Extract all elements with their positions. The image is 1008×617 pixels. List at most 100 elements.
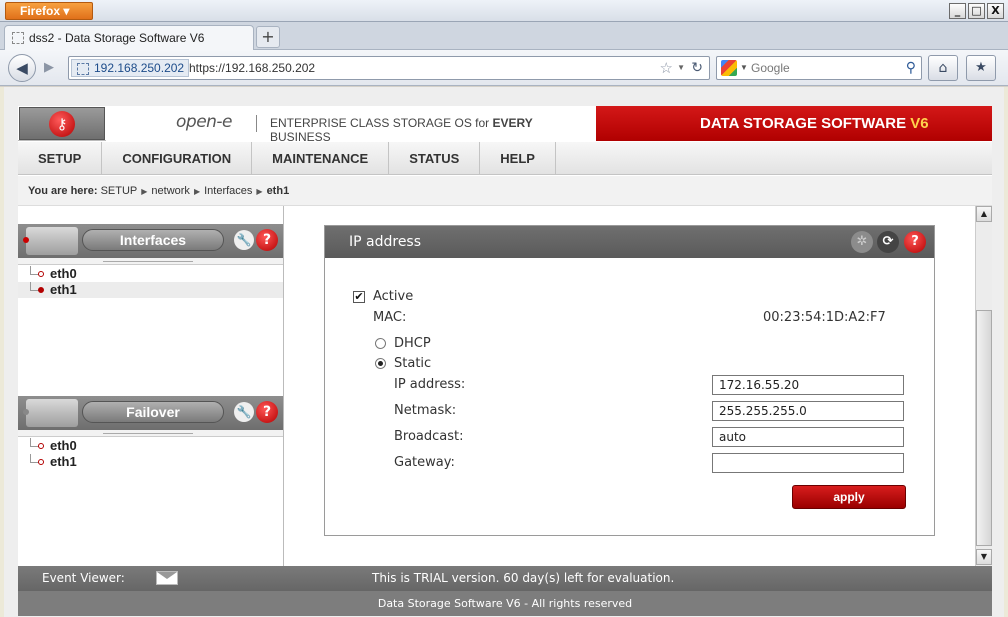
tree-node-icon bbox=[38, 459, 44, 465]
tree-node-icon bbox=[38, 443, 44, 449]
minimize-button[interactable]: _ bbox=[949, 3, 966, 19]
browser-tab[interactable]: dss2 - Data Storage Software V6 bbox=[4, 25, 254, 50]
static-label: Static bbox=[394, 356, 432, 371]
navigation-toolbar: ◀ ▶ 192.168.250.202 https://192.168.250.… bbox=[0, 50, 1008, 86]
status-bar: Event Viewer: This is TRIAL version. 60 … bbox=[18, 566, 992, 591]
failover-item-eth1[interactable]: eth1 bbox=[18, 454, 283, 470]
envelope-icon[interactable] bbox=[156, 571, 178, 585]
search-bar[interactable]: ▼ Google ⚲ bbox=[716, 56, 922, 80]
forward-arrow-icon[interactable]: ▶ bbox=[38, 59, 60, 77]
search-engine-dropdown-icon[interactable]: ▼ bbox=[740, 63, 748, 72]
home-icon[interactable]: ⌂ bbox=[928, 55, 958, 81]
menu-configuration[interactable]: CONFIGURATION bbox=[102, 142, 253, 175]
ip-address-field[interactable]: 172.16.55.20 bbox=[712, 375, 904, 395]
browser-tab-title: dss2 - Data Storage Software V6 bbox=[29, 31, 205, 45]
url-history-dropdown-icon[interactable]: ▼ bbox=[677, 63, 685, 72]
menu-status[interactable]: STATUS bbox=[389, 142, 481, 175]
ip-panel-header: IP address ✲ ⟳ ? bbox=[325, 226, 934, 258]
help-icon[interactable]: ? bbox=[256, 401, 278, 423]
url-bar[interactable]: 192.168.250.202 https://192.168.250.202 … bbox=[68, 56, 710, 80]
url-text[interactable]: https://192.168.250.202 bbox=[189, 61, 315, 75]
interfaces-panel-header: Interfaces 🔧 ? bbox=[18, 224, 283, 258]
broadcast-label: Broadcast: bbox=[394, 429, 464, 444]
breadcrumb-item[interactable]: Interfaces bbox=[204, 185, 252, 197]
help-icon[interactable]: ? bbox=[904, 231, 926, 253]
interfaces-tree: eth0 eth1 bbox=[18, 266, 283, 298]
ip-panel-title: IP address bbox=[349, 234, 422, 250]
help-icon[interactable]: ? bbox=[256, 229, 278, 251]
netmask-label: Netmask: bbox=[394, 403, 457, 418]
scroll-up-icon[interactable]: ▲ bbox=[976, 206, 992, 222]
gateway-label: Gateway: bbox=[394, 455, 455, 470]
tree-item-eth0[interactable]: eth0 bbox=[18, 266, 283, 282]
tree-line bbox=[30, 454, 31, 462]
netmask-field[interactable]: 255.255.255.0 bbox=[712, 401, 904, 421]
bookmark-star-icon[interactable]: ☆ bbox=[660, 59, 673, 77]
reload-icon[interactable]: ↻ bbox=[691, 59, 703, 76]
site-identity-button[interactable]: 192.168.250.202 bbox=[71, 59, 190, 77]
search-icon[interactable]: ⚲ bbox=[906, 59, 916, 76]
logo-divider bbox=[256, 115, 257, 132]
network-interfaces-icon bbox=[26, 227, 78, 255]
refresh-icon[interactable]: ⟳ bbox=[877, 231, 899, 253]
menu-setup[interactable]: SETUP bbox=[18, 142, 103, 175]
breadcrumb-arrow-icon: ▶ bbox=[256, 187, 263, 196]
failover-tree: eth0 eth1 bbox=[18, 438, 283, 470]
menu-maintenance[interactable]: MAINTENANCE bbox=[252, 142, 390, 175]
menu-help[interactable]: HELP bbox=[480, 142, 556, 175]
back-arrow-icon[interactable]: ◀ bbox=[8, 54, 36, 82]
new-tab-button[interactable]: + bbox=[256, 26, 280, 48]
brand-name: DATA STORAGE SOFTWARE bbox=[700, 115, 907, 132]
search-input[interactable]: Google bbox=[751, 61, 790, 75]
failover-title: Failover bbox=[82, 401, 224, 423]
scroll-down-icon[interactable]: ▼ bbox=[976, 549, 992, 565]
copyright-footer: Data Storage Software V6 - All rights re… bbox=[18, 591, 992, 616]
logo-area: open-e ENTERPRISE CLASS STORAGE OS for E… bbox=[106, 106, 596, 144]
firefox-menu-button[interactable]: Firefox ▾ bbox=[5, 2, 93, 20]
ip-address-label: IP address: bbox=[394, 377, 466, 392]
panel-collapse-handle[interactable] bbox=[18, 430, 283, 437]
broadcast-field[interactable]: auto bbox=[712, 427, 904, 447]
panel-collapse-handle[interactable] bbox=[18, 258, 283, 265]
google-engine-icon[interactable] bbox=[721, 60, 737, 76]
main-content: IP address ✲ ⟳ ? ✔ Active MAC: 00:23:54:… bbox=[285, 206, 975, 566]
mac-label: MAC: bbox=[373, 310, 407, 325]
tree-item-label: eth0 bbox=[50, 266, 77, 281]
dhcp-label: DHCP bbox=[394, 336, 431, 351]
apply-button[interactable]: apply bbox=[792, 485, 906, 509]
maximize-button[interactable]: □ bbox=[968, 3, 985, 19]
active-checkbox[interactable]: ✔ bbox=[353, 291, 365, 303]
main-menu: SETUP CONFIGURATION MAINTENANCE STATUS H… bbox=[18, 142, 992, 175]
breadcrumb-current: eth1 bbox=[266, 185, 290, 197]
gateway-field[interactable] bbox=[712, 453, 904, 473]
logout-button[interactable]: ⚷ bbox=[19, 107, 105, 140]
window-controls: _ □ X bbox=[949, 3, 1004, 19]
tree-node-icon bbox=[38, 287, 44, 293]
close-window-button[interactable]: X bbox=[987, 3, 1004, 19]
scrollbar-thumb[interactable] bbox=[976, 310, 992, 546]
tagline: ENTERPRISE CLASS STORAGE OS for EVERY BU… bbox=[270, 116, 596, 144]
wrench-icon[interactable]: 🔧 bbox=[234, 402, 254, 422]
product-brand: DATA STORAGE SOFTWARE V6 bbox=[596, 106, 992, 141]
vertical-scrollbar[interactable]: ▲ ▼ bbox=[975, 206, 992, 566]
window-titlebar: Firefox ▾ _ □ X bbox=[0, 0, 1008, 22]
mac-value: 00:23:54:1D:A2:F7 bbox=[763, 310, 886, 325]
static-radio[interactable] bbox=[375, 358, 386, 369]
breadcrumb-item[interactable]: network bbox=[151, 185, 190, 197]
settings-gear-icon[interactable]: ✲ bbox=[851, 231, 873, 253]
bookmarks-menu-icon[interactable]: ★ bbox=[966, 55, 996, 81]
tree-item-eth1[interactable]: eth1 bbox=[18, 282, 283, 298]
dhcp-radio[interactable] bbox=[375, 338, 386, 349]
firefox-menu-label: Firefox bbox=[20, 4, 61, 18]
ip-address-panel: IP address ✲ ⟳ ? ✔ Active MAC: 00:23:54:… bbox=[324, 225, 935, 536]
tree-line bbox=[30, 282, 31, 290]
tagline-emphasis: EVERY bbox=[492, 116, 533, 130]
breadcrumb: You are here: SETUP ▶ network ▶ Interfaces ▶ e… bbox=[18, 176, 992, 206]
tree-item-label: eth0 bbox=[50, 438, 77, 453]
tagline-start: ENTERPRISE CLASS STORAGE OS for bbox=[270, 116, 493, 130]
breadcrumb-item[interactable]: SETUP bbox=[101, 185, 138, 197]
wrench-icon[interactable]: 🔧 bbox=[234, 230, 254, 250]
failover-item-eth0[interactable]: eth0 bbox=[18, 438, 283, 454]
active-label: Active bbox=[373, 289, 414, 304]
event-viewer-label: Event Viewer: bbox=[42, 571, 125, 585]
